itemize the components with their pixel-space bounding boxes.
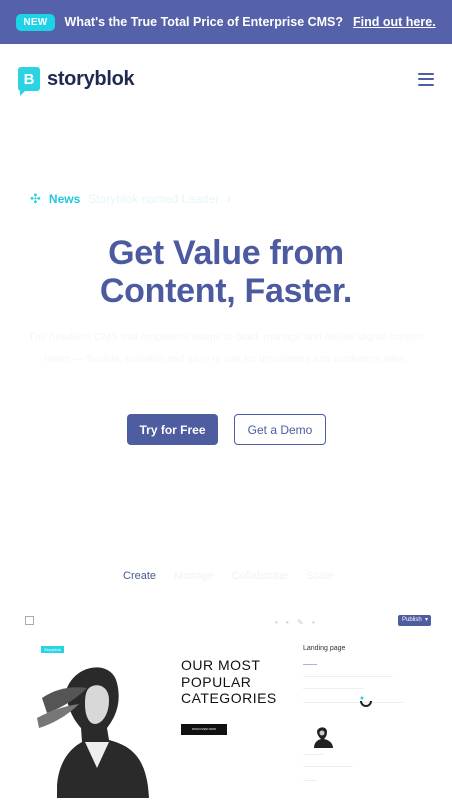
- top-nav: B storyblok: [0, 44, 452, 114]
- new-badge: NEW: [16, 13, 55, 31]
- get-a-demo-button[interactable]: Get a Demo: [234, 414, 326, 445]
- panel-divider: [303, 702, 403, 703]
- tab-collaborate[interactable]: Collaborate: [232, 570, 288, 582]
- try-for-free-button[interactable]: Try for Free: [127, 414, 218, 445]
- panel-divider: [303, 688, 363, 689]
- feature-tabs: Create Manage Collaborate Scale: [123, 570, 334, 582]
- storyblok-logo-icon: B: [18, 67, 40, 96]
- hero-title: Get Value from Content, Faster.: [0, 234, 452, 310]
- banner-text: What's the True Total Price of Enterpris…: [64, 15, 344, 29]
- panel-divider: [303, 780, 317, 781]
- publish-dropdown-icon[interactable]: ▾: [422, 615, 431, 626]
- panel-divider: [303, 754, 323, 755]
- categories-heading-line-2: POPULAR: [181, 673, 252, 690]
- hero-title-line-2: Content, Faster.: [99, 272, 353, 310]
- announcement-banner: NEW What's the True Total Price of Enter…: [0, 0, 452, 44]
- toolbar-icons: • • ✎ •: [275, 618, 318, 627]
- hamburger-menu-icon[interactable]: [418, 72, 434, 86]
- square-icon: [25, 616, 34, 625]
- categories-heading-line-3: CATEGORIES: [181, 690, 277, 706]
- chevron-right-icon: ›: [227, 192, 232, 206]
- categories-heading: OUR MOST POPULAR CATEGORIES: [181, 657, 277, 707]
- panel-title: Landing page: [303, 645, 346, 652]
- loading-icon: [360, 696, 372, 707]
- editor-side-panel: Landing page: [303, 640, 433, 798]
- categories-heading-line-1: OUR MOST: [181, 657, 261, 673]
- hero-subtitle: The headless CMS that empowers teams to …: [28, 331, 424, 365]
- hero-title-line-1: Get Value from: [108, 234, 344, 272]
- banner-link[interactable]: Find out here.: [353, 15, 436, 29]
- portrait-thumbnail-image: [314, 727, 333, 748]
- news-text: Storyblok named Leader: [88, 192, 220, 206]
- preview-tag: Storyblok: [41, 646, 64, 653]
- editor-preview-canvas: Storyblok OUR MOST POPULAR CATEGORIES DI…: [37, 640, 297, 798]
- storyblok-logo[interactable]: B storyblok: [18, 67, 135, 96]
- discover-now-button[interactable]: DISCOVER NOW: [181, 724, 227, 735]
- tab-scale[interactable]: Scale: [306, 570, 334, 582]
- sparkle-icon: ✣: [30, 191, 41, 206]
- tab-manage[interactable]: Manage: [174, 570, 214, 582]
- woman-portrait-image: [37, 667, 149, 798]
- editor-preview-toolbar: • • ✎ • Publish ▾: [20, 612, 434, 630]
- logo-text: storyblok: [47, 67, 135, 90]
- panel-divider: [303, 664, 317, 665]
- news-link[interactable]: ✣ News Storyblok named Leader ›: [30, 191, 231, 207]
- panel-divider: [303, 766, 353, 767]
- tab-create[interactable]: Create: [123, 570, 156, 582]
- news-label: News: [48, 192, 81, 206]
- panel-divider: [303, 676, 393, 677]
